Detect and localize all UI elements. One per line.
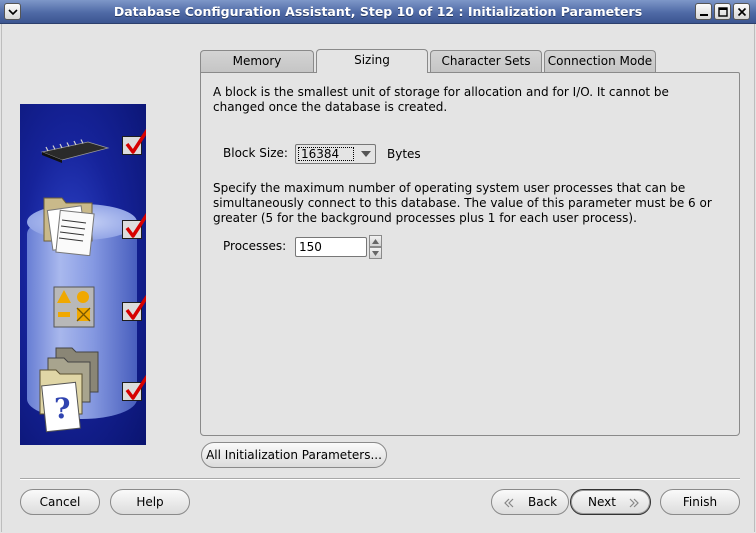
next-label: Next [588,495,616,509]
tab-memory[interactable]: Memory [200,50,314,72]
step-complete-checkbox [122,212,146,239]
window-title: Database Configuration Assistant, Step 1… [113,4,643,19]
memory-chip-icon [40,139,110,163]
help-button[interactable]: Help [110,489,190,515]
tab-character-sets[interactable]: Character Sets [430,50,542,72]
tab-connection-mode[interactable]: Connection Mode [544,50,656,72]
minimize-icon [699,13,708,16]
dialog-body: ? Memory Sizing Character Sets Connectio… [1,24,755,532]
sizing-panel: A block is the smallest unit of storage … [200,72,740,436]
maximize-icon [717,6,728,17]
title-bar[interactable]: Database Configuration Assistant, Step 1… [0,0,756,24]
back-button[interactable]: Back [491,489,569,515]
next-button[interactable]: Next [570,489,651,515]
spin-down-button[interactable] [369,247,382,259]
tab-sizing[interactable]: Sizing [316,49,428,73]
checkmark-icon [125,294,146,320]
processes-label: Processes: [223,239,287,253]
step-complete-checkbox [122,294,146,321]
block-size-label: Block Size: [223,146,288,160]
double-chevron-right-icon [629,498,639,508]
block-size-value: 16384 [298,147,354,161]
block-size-description: A block is the smallest unit of storage … [213,85,669,114]
help-document-icon: ? [39,347,99,433]
processes-description: Specify the maximum number of operating … [213,181,712,225]
checkmark-icon [125,374,146,400]
checkmark-icon [125,212,146,238]
dropdown-arrow-icon [361,151,371,157]
block-size-unit: Bytes [387,147,421,161]
close-icon [737,7,746,16]
folder-documents-icon [43,197,95,256]
chevron-up-icon [372,238,379,244]
svg-text:?: ? [54,392,70,425]
minimize-button[interactable] [695,3,712,20]
shapes-tile-icon [53,286,95,328]
step-complete-checkbox [122,128,146,155]
maximize-button[interactable] [714,3,731,20]
step-complete-checkbox [122,374,146,401]
back-label: Back [528,495,558,509]
finish-button[interactable]: Finish [660,489,740,515]
block-size-combobox[interactable]: 16384 [295,144,376,164]
checkmark-icon [125,128,146,154]
all-initialization-parameters-button[interactable]: All Initialization Parameters... [201,442,387,468]
double-chevron-left-icon [504,498,514,508]
processes-spinner [369,235,382,259]
footer-separator [20,478,740,480]
chevron-down-icon [372,250,379,256]
processes-input[interactable]: 150 [295,237,367,257]
spin-up-button[interactable] [369,235,382,247]
wizard-illustration: ? [20,104,146,445]
cancel-button[interactable]: Cancel [20,489,100,515]
close-button[interactable] [733,3,750,20]
